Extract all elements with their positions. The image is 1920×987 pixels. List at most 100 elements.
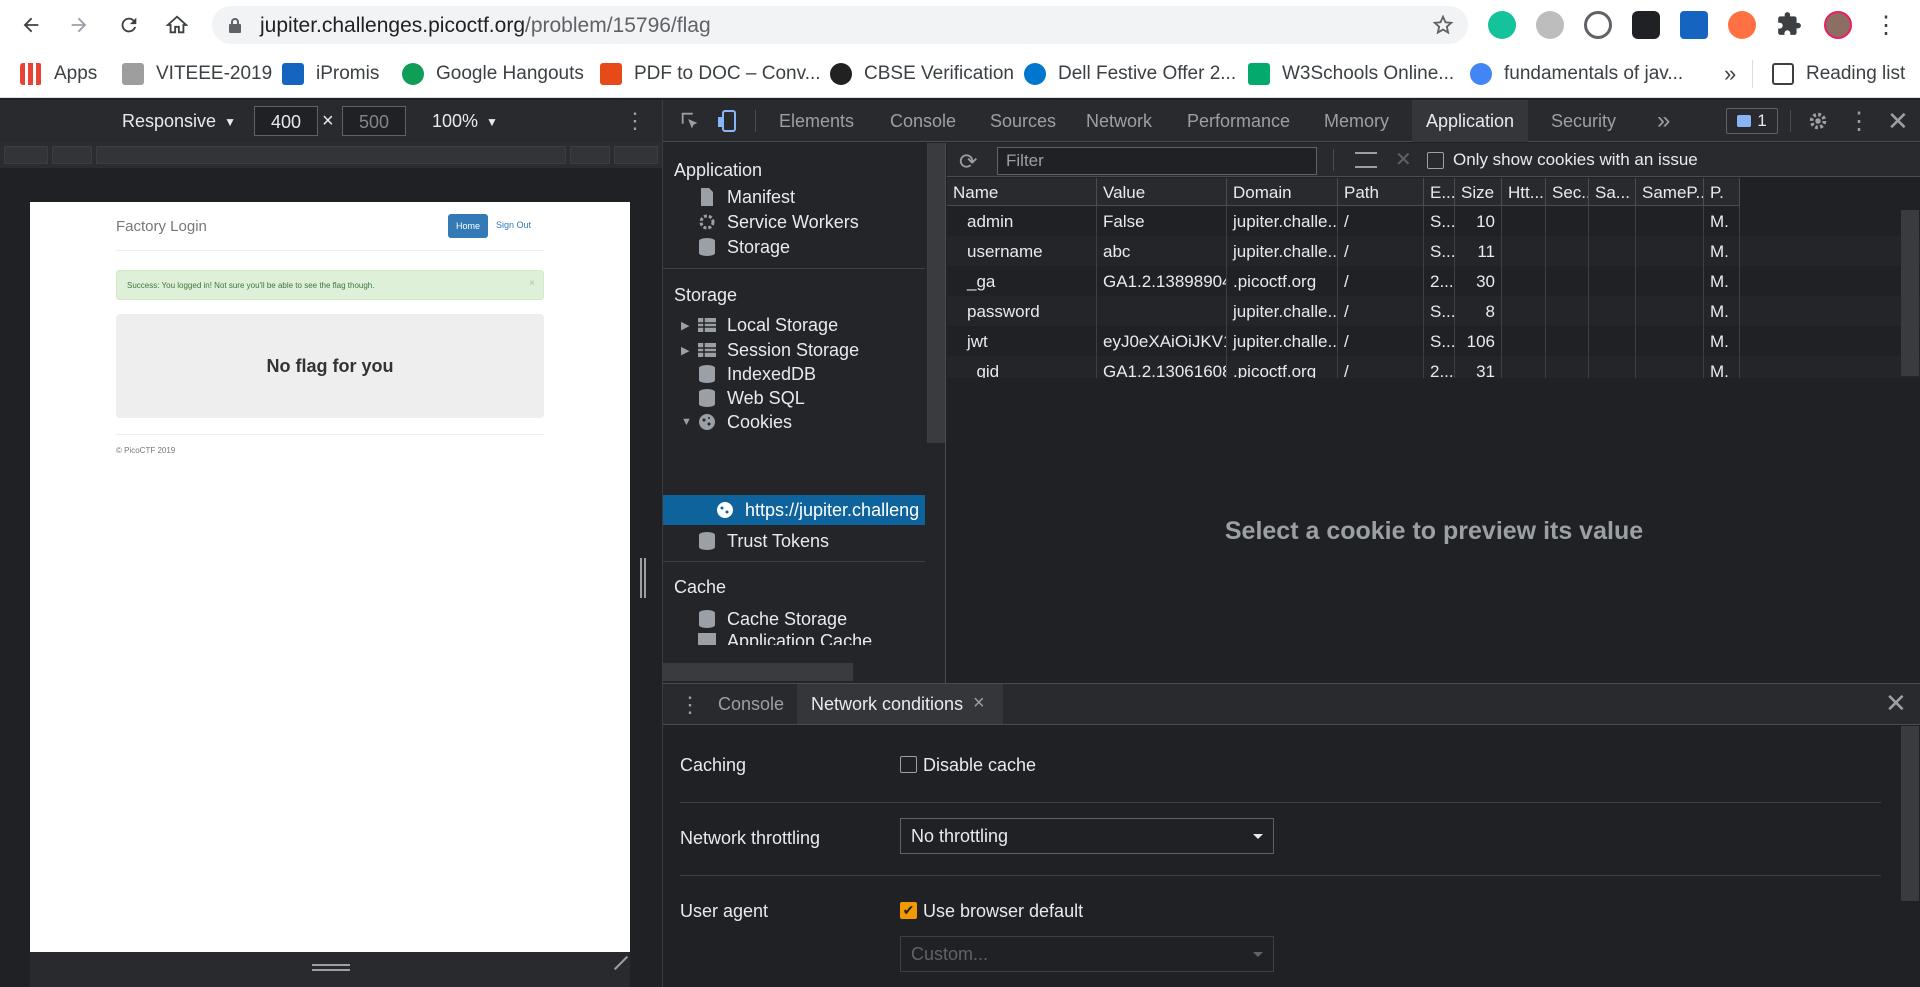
expand-arrow-icon[interactable]: ▶ bbox=[681, 344, 697, 357]
site-sign-out-link[interactable]: Sign Out bbox=[496, 220, 531, 230]
resize-handle-icon[interactable] bbox=[312, 964, 350, 966]
viewport-width-handle[interactable] bbox=[640, 558, 646, 598]
fire-extension-icon[interactable] bbox=[1728, 11, 1756, 39]
inspect-element-icon[interactable] bbox=[675, 100, 705, 142]
sidebar-item-application-cache[interactable]: Application Cache bbox=[697, 631, 872, 645]
drawer-menu-icon[interactable]: ⋮ bbox=[679, 692, 701, 718]
sidebar-item-manifest[interactable]: Manifest bbox=[697, 183, 795, 211]
close-tab-icon[interactable]: × bbox=[973, 692, 985, 715]
column-header-httponly[interactable]: Htt... bbox=[1502, 178, 1546, 206]
tab-security[interactable]: Security bbox=[1551, 100, 1616, 142]
clear-filtered-cookies-icon[interactable] bbox=[1355, 152, 1377, 168]
tab-console[interactable]: Console bbox=[890, 100, 956, 142]
site-brand[interactable]: Factory Login bbox=[116, 218, 207, 235]
music-extension-icon[interactable] bbox=[1536, 11, 1564, 39]
cookies-table-scrollbar[interactable] bbox=[1901, 210, 1919, 376]
bookmark-star-icon[interactable] bbox=[1432, 14, 1454, 36]
column-header-samesite[interactable]: Sa... bbox=[1589, 178, 1636, 206]
cookie-row[interactable]: _gaGA1.2.13898904....picoctf.org/2...30 M… bbox=[947, 266, 1920, 296]
sidebar-item-cookies[interactable]: ▼ Cookies bbox=[681, 408, 792, 436]
bookmark-w3schools[interactable]: W3Schools Online... bbox=[1248, 61, 1454, 87]
use-browser-default-checkbox[interactable]: ✔ bbox=[900, 902, 917, 919]
column-header-value[interactable]: Value bbox=[1097, 178, 1227, 206]
grammarly-extension-icon[interactable] bbox=[1488, 11, 1516, 39]
bookmarks-overflow-button[interactable]: » bbox=[1724, 61, 1736, 87]
bookmark-ipromis[interactable]: iPromis bbox=[282, 61, 379, 87]
cookie-row[interactable]: _gidGA1.2.13061608....picoctf.org/2...31… bbox=[947, 356, 1920, 378]
tab-application[interactable]: Application bbox=[1412, 100, 1529, 142]
drawer-scrollbar[interactable] bbox=[1901, 726, 1919, 901]
device-height-input[interactable]: 500 bbox=[342, 106, 406, 136]
bookmark-hangouts[interactable]: Google Hangouts bbox=[402, 61, 584, 87]
cookie-row[interactable]: password jupiter.challe... / S... 8 M. bbox=[947, 296, 1920, 326]
sidebar-item-cookie-origin[interactable]: https://jupiter.challeng bbox=[663, 495, 925, 525]
home-button[interactable] bbox=[160, 8, 194, 42]
cookie-row[interactable]: username abc jupiter.challe... / S... 11 M. bbox=[947, 236, 1920, 266]
sidebar-item-storage-overview[interactable]: Storage bbox=[697, 233, 790, 261]
issues-counter-button[interactable]: 1 bbox=[1726, 108, 1778, 134]
sidebar-horizontal-scrollbar[interactable] bbox=[663, 663, 853, 681]
custom-user-agent-select[interactable]: Custom... bbox=[900, 936, 1274, 972]
bookmark-cbse[interactable]: CBSE Verification bbox=[830, 61, 1014, 87]
close-devtools-icon[interactable]: ✕ bbox=[1887, 100, 1909, 142]
column-header-size[interactable]: Size bbox=[1455, 178, 1502, 206]
sidebar-vertical-scrollbar[interactable] bbox=[927, 143, 945, 443]
extensions-puzzle-icon[interactable] bbox=[1776, 11, 1804, 39]
ruler-segment[interactable] bbox=[570, 146, 610, 164]
bookmark-pdf-to-doc[interactable]: PDF to DOC – Conv... bbox=[600, 61, 821, 87]
chrome-menu-icon[interactable]: ⋮ bbox=[1872, 11, 1900, 39]
delete-selected-icon[interactable]: ✕ bbox=[1395, 147, 1412, 172]
column-header-secure[interactable]: Sec... bbox=[1546, 178, 1589, 206]
tab-sources[interactable]: Sources bbox=[990, 100, 1056, 142]
ruler-segment[interactable] bbox=[52, 146, 92, 164]
more-tabs-button[interactable]: » bbox=[1657, 100, 1670, 142]
sidebar-item-local-storage[interactable]: ▶ Local Storage bbox=[681, 311, 838, 339]
tab-performance[interactable]: Performance bbox=[1187, 100, 1290, 142]
site-home-button[interactable]: Home bbox=[448, 214, 488, 238]
reading-list-button[interactable]: Reading list bbox=[1772, 61, 1905, 87]
tab-memory[interactable]: Memory bbox=[1324, 100, 1389, 142]
settings-gear-icon[interactable] bbox=[1803, 100, 1833, 142]
column-header-priority[interactable]: P. bbox=[1704, 178, 1740, 206]
column-header-sameparty[interactable]: SameP... bbox=[1636, 178, 1704, 206]
ruler-segment[interactable] bbox=[96, 146, 566, 164]
profile-avatar[interactable] bbox=[1824, 11, 1852, 39]
address-bar[interactable]: jupiter.challenges.picoctf.org/problem/1… bbox=[212, 6, 1468, 44]
ruler-segment[interactable] bbox=[614, 146, 658, 164]
drawer-tab-console[interactable]: Console bbox=[718, 684, 784, 724]
bookmark-viteee[interactable]: VITEEE-2019 bbox=[122, 61, 272, 87]
column-header-domain[interactable]: Domain bbox=[1227, 178, 1338, 206]
tab-network[interactable]: Network bbox=[1086, 100, 1152, 142]
target-extension-icon[interactable] bbox=[1584, 11, 1612, 39]
tab-elements[interactable]: Elements bbox=[779, 100, 854, 142]
column-header-expires[interactable]: E... bbox=[1424, 178, 1455, 206]
throttling-select[interactable]: No throttling bbox=[900, 818, 1274, 854]
device-more-options-icon[interactable]: ⋮ bbox=[624, 108, 646, 134]
close-drawer-icon[interactable]: ✕ bbox=[1885, 688, 1907, 719]
glasses-extension-icon[interactable] bbox=[1632, 11, 1660, 39]
only-issues-checkbox[interactable] bbox=[1427, 152, 1444, 169]
ruler-segment[interactable] bbox=[4, 146, 48, 164]
alert-close-icon[interactable]: × bbox=[529, 278, 535, 289]
bookmark-apps[interactable]: Apps bbox=[20, 61, 97, 87]
resize-corner-icon[interactable] bbox=[613, 955, 629, 971]
expand-arrow-icon[interactable]: ▶ bbox=[681, 319, 697, 332]
cookie-row[interactable]: admin False jupiter.challe... / S... 10 M. bbox=[947, 206, 1920, 236]
column-header-name[interactable]: Name bbox=[947, 178, 1097, 206]
device-mode-select[interactable]: Responsive ▼ bbox=[122, 111, 236, 132]
forward-button[interactable] bbox=[62, 8, 96, 42]
disable-cache-checkbox[interactable] bbox=[900, 756, 917, 773]
cookie-filter-input[interactable]: Filter bbox=[997, 147, 1317, 175]
back-button[interactable] bbox=[14, 8, 48, 42]
devtools-menu-icon[interactable]: ⋮ bbox=[1847, 100, 1871, 142]
column-header-path[interactable]: Path bbox=[1338, 178, 1424, 206]
zoom-select[interactable]: 100% ▼ bbox=[432, 111, 498, 132]
device-width-input[interactable]: 400 bbox=[254, 106, 318, 136]
viewport-resize-bar[interactable] bbox=[30, 952, 630, 987]
cookie-row[interactable]: jwteyJ0eXAiOiJKV1...jupiter.challe.../S.… bbox=[947, 326, 1920, 356]
bookmark-fundamentals[interactable]: fundamentals of jav... bbox=[1470, 61, 1683, 87]
device-toolbar-toggle-icon[interactable] bbox=[713, 100, 743, 142]
sidebar-item-cache-storage[interactable]: Cache Storage bbox=[697, 605, 847, 633]
bookmark-dell[interactable]: Dell Festive Offer 2... bbox=[1024, 61, 1236, 87]
sidebar-item-trust-tokens[interactable]: Trust Tokens bbox=[697, 527, 829, 555]
